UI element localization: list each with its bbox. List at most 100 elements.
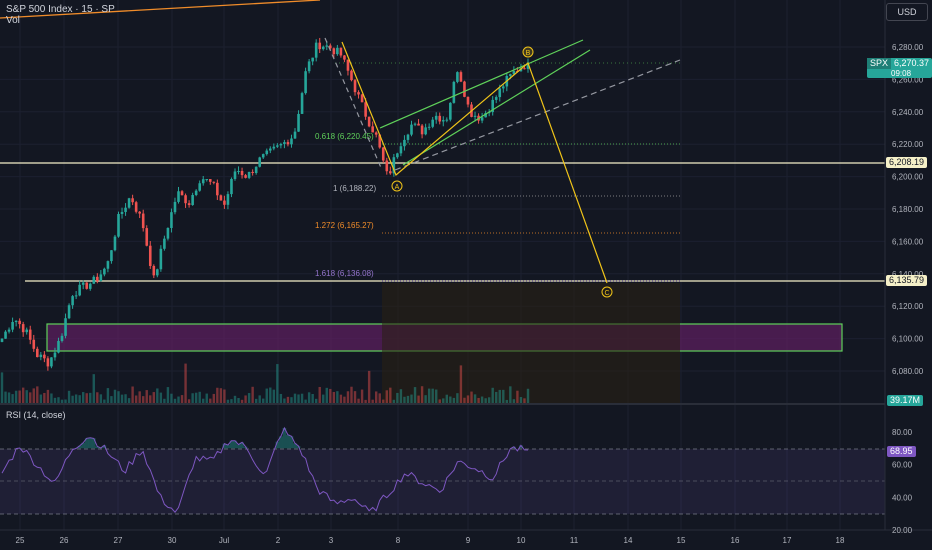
volume-bar [117,391,120,403]
time-tick-label: 18 [836,536,845,545]
time-tick-label: 16 [731,536,740,545]
volume-bar [509,386,512,403]
candle-body [173,201,177,213]
volume-bar [343,396,346,403]
candle-body [350,70,353,81]
currency-button[interactable]: USD [886,3,928,21]
candle-body [290,138,293,145]
candle-body [36,348,39,358]
candle-body [501,86,505,89]
rsi-value-badge: 68.95 [887,446,916,457]
candle-body [297,113,300,132]
time-tick-label: 9 [466,536,471,545]
volume-bar [92,374,95,403]
candle-body [385,160,389,172]
volume-bar [382,399,385,403]
volume-bar [452,397,456,403]
volume-bar [11,394,14,403]
volume-bar [512,399,516,403]
candle-body [283,142,286,144]
volume-bar [498,389,501,403]
rsi-tick-label: 60.00 [892,461,913,470]
candle-body [480,117,484,121]
price-tick-label: 6,200.00 [892,173,924,182]
candle-body [148,245,152,266]
volume-bar [244,395,247,403]
volume-bar [463,397,466,403]
volume-bar [81,392,85,403]
volume-bar [237,397,240,403]
volume-bar [18,390,21,403]
volume-bar [329,388,332,403]
volume-bar [293,393,297,403]
volume-bar [526,388,530,403]
volume-bar [184,363,187,403]
candle-body [103,268,106,275]
volume-bar [427,388,431,403]
rsi-tick-label: 40.00 [892,493,913,502]
candle-body [459,72,463,82]
volume-bar [314,398,318,403]
candle-body [357,92,360,95]
volume-bar [336,391,339,403]
candle-body [127,198,131,208]
candle-body [314,42,318,58]
volume-bar [57,397,60,403]
symbol-title[interactable]: S&P 500 Index · 15 · SP [6,4,115,15]
candle-body [14,320,18,323]
volume-bar [209,398,212,403]
volume-bar [202,398,205,403]
candle-body [523,68,526,70]
volume-bar [205,393,208,403]
volume-bar [523,398,526,403]
volume-bar [60,399,64,403]
candle-body [413,123,417,125]
candle-body [494,97,498,100]
candle-body [343,55,346,60]
candle-body [420,125,424,135]
candle-body [456,72,459,82]
volume-bar [258,395,261,403]
time-tick-label: 14 [624,536,633,545]
candle-body [124,207,127,212]
candle-body [325,45,329,47]
volume-bar [29,392,32,403]
volume-bar [251,386,254,403]
volume-bar [279,393,283,403]
rsi-overbought-fill [88,437,93,449]
candle-body [300,93,304,114]
candle-body [311,57,314,62]
rsi-indicator-label[interactable]: RSI (14, close) [6,410,66,420]
candle-body [78,284,81,296]
candle-body [360,94,364,103]
candle-body [201,179,205,184]
candle-body [106,261,110,269]
volume-bar [364,399,367,403]
volume-bar [50,393,53,403]
candle-body [96,276,99,282]
volume-bar [339,394,343,403]
candle-body [427,126,431,128]
candle-body [46,358,50,367]
volume-bar [21,387,25,403]
volume-bar [502,389,505,403]
volume-bar [389,387,392,403]
volume-bar [406,395,410,403]
volume-bar [67,390,71,403]
volume-bar [272,389,276,403]
volume-bar [142,396,145,403]
volume-bar [173,398,177,403]
candle-body [50,357,53,367]
volume-bar [74,394,78,403]
volume-bar [124,394,127,403]
volume-bar [431,388,434,403]
candle-body [254,166,258,174]
candle-body [145,228,149,246]
candle-body [216,182,219,196]
volume-bar [131,386,134,403]
candle-body [332,48,336,55]
price-tick-label: 6,280.00 [892,43,924,52]
candle-body [240,170,244,176]
volume-bar [346,391,350,403]
volume-label: Vol [6,15,20,26]
